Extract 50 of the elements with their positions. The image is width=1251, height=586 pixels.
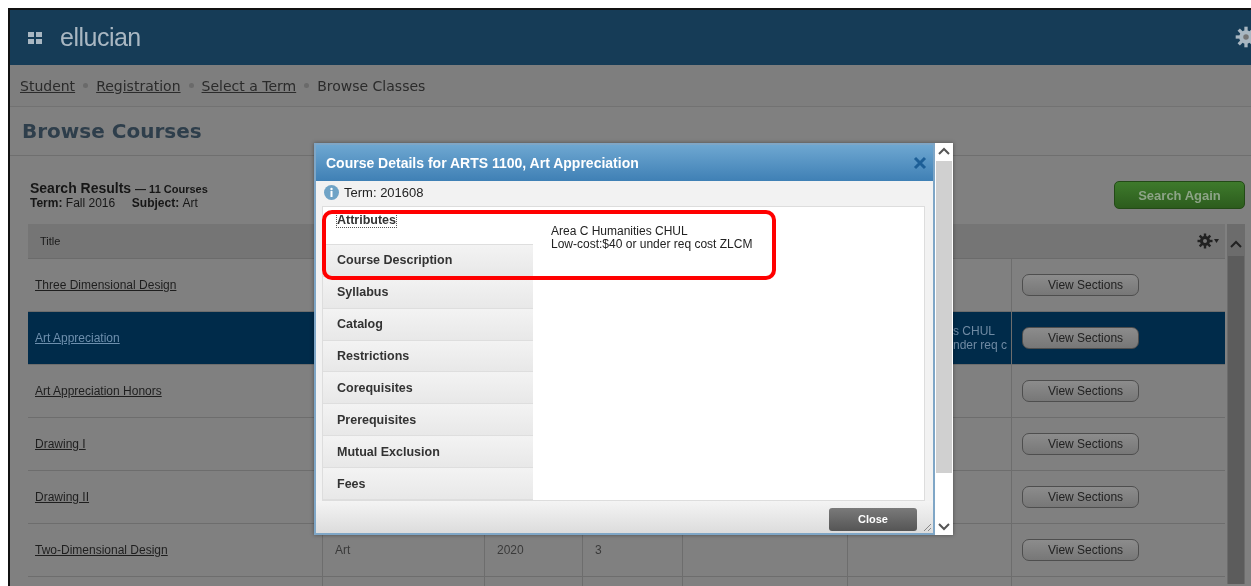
- view-sections-button[interactable]: View Sections: [1022, 327, 1139, 349]
- table-cell: s CHUL nder req c: [953, 324, 1008, 352]
- scrollbar[interactable]: [935, 143, 953, 535]
- close-button[interactable]: Close: [829, 507, 917, 531]
- scroll-down-icon[interactable]: [938, 523, 950, 531]
- details-tab[interactable]: Restrictions: [323, 340, 533, 373]
- results-heading: Search Results — 11 Courses: [30, 180, 208, 196]
- brand-logo: ellucian: [60, 23, 141, 52]
- view-sections-button[interactable]: View Sections: [1022, 433, 1139, 455]
- settings-icon[interactable]: [1235, 26, 1251, 48]
- details-tab[interactable]: Catalog: [323, 308, 533, 341]
- details-tab[interactable]: Corequisites: [323, 372, 533, 405]
- search-again-button[interactable]: Search Again: [1114, 181, 1245, 209]
- view-sections-button[interactable]: View Sections: [1022, 539, 1139, 561]
- attribute-text: Low-cost:$40 or under req cost ZLCM: [551, 238, 754, 251]
- course-title-link[interactable]: Drawing I: [35, 437, 86, 451]
- details-tab[interactable]: Prerequisites: [323, 404, 533, 437]
- table-cell: 2020: [497, 543, 524, 557]
- apps-grid-icon[interactable]: [28, 31, 42, 44]
- breadcrumb-link[interactable]: Student: [20, 77, 76, 94]
- view-sections-button[interactable]: View Sections: [1022, 274, 1139, 296]
- details-tab[interactable]: Mutual Exclusion: [323, 436, 533, 469]
- scrollbar[interactable]: [1227, 224, 1245, 584]
- page-title: Browse Courses: [22, 119, 202, 143]
- course-title-link[interactable]: Two-Dimensional Design: [35, 543, 168, 557]
- settings-icon[interactable]: [1197, 233, 1213, 249]
- details-tab[interactable]: Course Description: [323, 244, 533, 277]
- breadcrumb-current[interactable]: Browse Classes: [317, 77, 426, 94]
- details-tab[interactable]: Fees: [323, 468, 533, 500]
- scroll-up-icon[interactable]: [938, 147, 950, 155]
- close-icon[interactable]: [913, 156, 927, 170]
- table-cell: 3: [595, 543, 602, 557]
- term-label: Term: 201608: [344, 184, 424, 200]
- scroll-up-icon[interactable]: [1230, 240, 1242, 248]
- results-filter: Term: Fall 2016 Subject: Art: [30, 196, 199, 210]
- breadcrumb-link[interactable]: Registration: [96, 77, 181, 94]
- course-title-link[interactable]: Art Appreciation: [35, 331, 120, 345]
- course-title-link[interactable]: Drawing II: [35, 490, 90, 504]
- attribute-text: Area C Humanities CHUL: [551, 225, 689, 238]
- info-icon: [324, 184, 339, 200]
- resize-grip-icon[interactable]: [922, 522, 932, 532]
- view-sections-button[interactable]: View Sections: [1022, 486, 1139, 508]
- breadcrumb-link[interactable]: Select a Term: [201, 77, 297, 94]
- course-title-link[interactable]: Art Appreciation Honors: [35, 384, 162, 398]
- column-header[interactable]: Title: [40, 235, 61, 247]
- course-title-link[interactable]: Three Dimensional Design: [35, 278, 177, 292]
- caret-icon: [1214, 239, 1219, 243]
- table-cell: Art: [335, 543, 351, 557]
- view-sections-button[interactable]: View Sections: [1022, 380, 1139, 402]
- dialog-title: Course Details for ARTS 1100, Art Appreciation: [326, 155, 639, 171]
